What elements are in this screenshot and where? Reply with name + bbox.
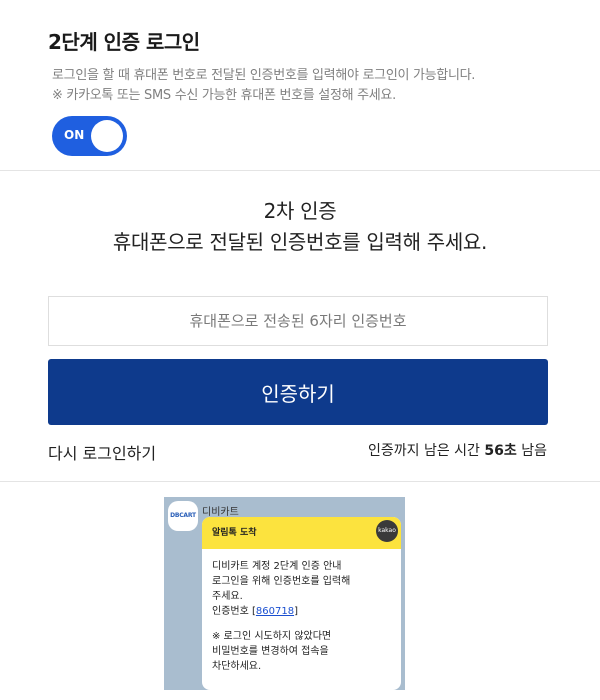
relogin-link[interactable]: 다시 로그인하기 — [48, 440, 156, 464]
verification-instruction: 휴대폰으로 전달된 인증번호를 입력해 주세요. — [112, 230, 488, 254]
notice-line: 비밀번호를 변경하여 접속을 — [212, 646, 329, 657]
description-line: 로그인을 할 때 휴대폰 번호로 전달된 인증번호를 입력해야 로그인이 가능합… — [52, 68, 476, 83]
two-factor-toggle[interactable]: ON — [52, 116, 127, 156]
settings-description: 로그인을 할 때 휴대폰 번호로 전달된 인증번호를 입력해야 로그인이 가능합… — [52, 66, 475, 106]
verification-code: 860718 — [255, 606, 295, 617]
toggle-state-label: ON — [64, 128, 85, 142]
message-line: 디비카트 계정 2단계 인증 안내 — [212, 561, 342, 572]
code-label: 인증번호 [ — [212, 606, 256, 617]
sender-name: 디비카트 — [202, 507, 239, 518]
message-body: 디비카트 계정 2단계 인증 안내 로그인을 위해 인증번호를 입력해 주세요.… — [202, 549, 401, 684]
message-header: 알림톡 도착 — [202, 517, 401, 549]
timer-value: 56초 — [484, 443, 517, 459]
remaining-time: 인증까지 남은 시간 56초 남음 — [368, 440, 547, 460]
notice-line: 차단하세요. — [212, 661, 262, 672]
section-divider — [0, 481, 600, 482]
description-note: ※ 카카오톡 또는 SMS 수신 가능한 휴대폰 번호를 설정해 주세요. — [52, 88, 396, 103]
kakao-badge: kakao — [376, 520, 398, 542]
verification-code-input[interactable] — [48, 296, 548, 346]
sender-logo: DBCART — [168, 501, 198, 531]
message-line: 로그인을 위해 인증번호를 입력해 — [212, 576, 351, 587]
verification-heading: 2차 인증 휴대폰으로 전달된 인증번호를 입력해 주세요. — [0, 196, 600, 258]
toggle-knob — [91, 120, 123, 152]
kakao-message-preview: DBCART 디비카트 알림톡 도착 kakao 디비카트 계정 2단계 인증 … — [164, 497, 405, 690]
code-line: 인증번호 [860718] — [212, 604, 391, 619]
notice-line: ※ 로그인 시도하지 않았다면 — [212, 631, 332, 642]
message-line: 주세요. — [212, 591, 243, 602]
timer-prefix: 인증까지 남은 시간 — [368, 443, 480, 459]
verify-button[interactable]: 인증하기 — [48, 359, 548, 425]
verification-title: 2차 인증 — [263, 199, 337, 223]
timer-suffix: 남음 — [521, 443, 547, 459]
two-factor-settings-section: 2단계 인증 로그인 로그인을 할 때 휴대폰 번호로 전달된 인증번호를 입력… — [0, 0, 600, 171]
page-title: 2단계 인증 로그인 — [48, 30, 200, 54]
message-card: 알림톡 도착 kakao 디비카트 계정 2단계 인증 안내 로그인을 위해 인… — [202, 517, 401, 690]
code-suffix: ] — [294, 606, 298, 617]
